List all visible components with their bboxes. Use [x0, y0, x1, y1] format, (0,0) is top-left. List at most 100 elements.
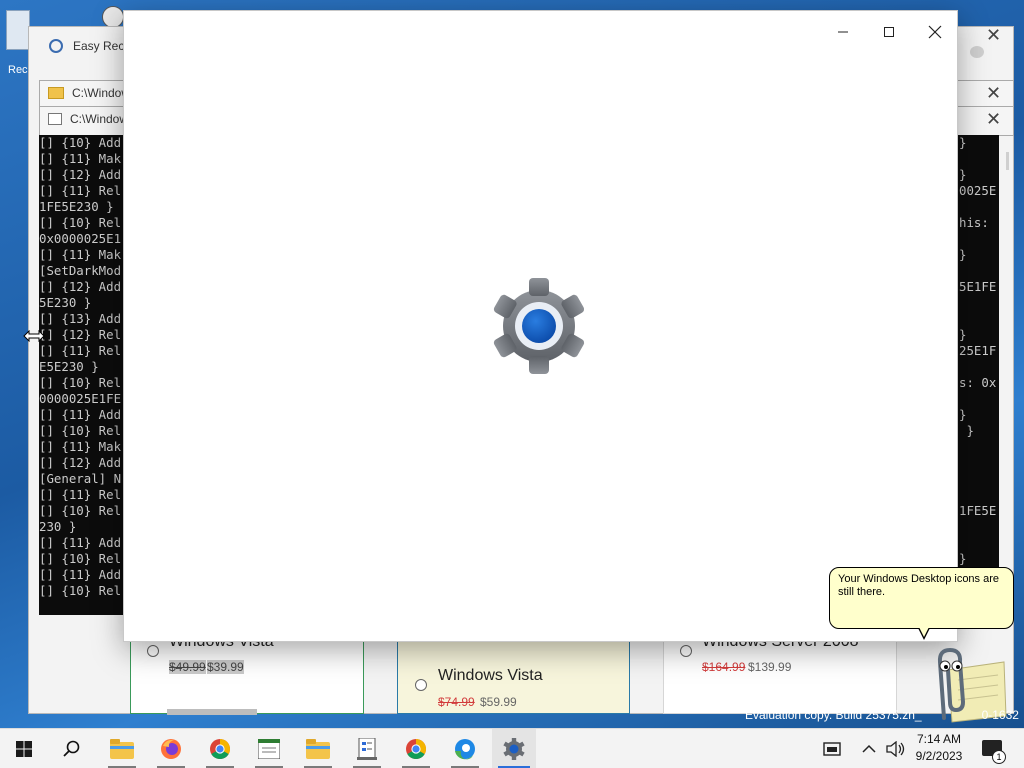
- product-new-price: $59.99: [480, 695, 517, 709]
- console-line: [] {10} Rel: [39, 503, 122, 518]
- close-button[interactable]: [912, 17, 958, 47]
- product-radio[interactable]: [680, 645, 692, 657]
- folder-icon: [110, 739, 134, 759]
- product-name: Windows Vista: [438, 667, 543, 684]
- taskview-icon: [823, 742, 841, 756]
- console-scrollbar[interactable]: [1006, 152, 1009, 170]
- console-line-fragment: 0025E: [959, 183, 997, 198]
- console-line-fragment: }: [959, 423, 974, 438]
- search-button[interactable]: [50, 729, 94, 768]
- product-new-price: $139.99: [748, 660, 792, 674]
- console-line-fragment: }: [959, 407, 967, 422]
- resize-cursor-icon: [23, 330, 45, 342]
- console-line: [] {10} Rel: [39, 375, 122, 390]
- console-line: [] {12} Rel: [39, 327, 122, 342]
- start-button[interactable]: [2, 729, 46, 768]
- product-old-price: $49.99: [169, 660, 206, 674]
- chrome-icon: [406, 739, 426, 759]
- console-line: [] {11} Mak: [39, 247, 122, 262]
- console-close-icon[interactable]: ✕: [986, 111, 1001, 129]
- watermark-text: Evaluation copy. Build 25375.zn_: [745, 708, 922, 722]
- window-control-icon: [970, 46, 984, 58]
- settings-icon: [503, 738, 525, 760]
- taskbar-file-explorer[interactable]: [100, 729, 144, 768]
- console-line: [] {13} Add: [39, 311, 122, 326]
- taskbar-notepad-app[interactable]: [247, 729, 291, 768]
- taskbar: 7:14 AM 9/2/2023: [0, 728, 1024, 768]
- clock-date[interactable]: 9/2/2023: [910, 749, 968, 763]
- taskbar-chrome[interactable]: [198, 729, 242, 768]
- desktop-icon-label: Rec: [8, 64, 28, 76]
- balloon-tail-fill: [919, 627, 929, 637]
- maximize-button[interactable]: [866, 17, 912, 47]
- console-line: [] {11} Rel: [39, 487, 122, 502]
- console-line-fragment: }: [959, 327, 967, 342]
- firefox-icon: [161, 739, 181, 759]
- recycle-bin-icon: [6, 10, 30, 50]
- console-line: [General] N: [39, 471, 122, 486]
- search-icon: [63, 740, 80, 757]
- console-line: [] {12} Add: [39, 279, 122, 294]
- console-icon: [48, 113, 62, 125]
- console-line-fragment: 25E1F: [959, 343, 997, 358]
- notepad-app-icon: [258, 739, 280, 759]
- console-line: [] {10} Add: [39, 135, 122, 150]
- console-line-fragment: }: [959, 167, 967, 182]
- console-line: [] {10} Rel: [39, 583, 122, 598]
- console-line: [] {11} Add: [39, 567, 122, 582]
- chevron-up-icon: [862, 744, 876, 753]
- folder-icon: [48, 87, 64, 99]
- windows-logo-icon: [16, 741, 32, 757]
- taskbar-chrome-2[interactable]: [394, 729, 438, 768]
- product-card[interactable]: Windows Vista $74.99 $59.99: [397, 630, 630, 714]
- console-line-fragment: }: [959, 247, 967, 262]
- taskbar-registry-app[interactable]: [345, 729, 389, 768]
- minimize-icon: [838, 31, 848, 33]
- product-old-price: $164.99: [702, 660, 746, 674]
- minimize-button[interactable]: [820, 17, 866, 47]
- product-radio[interactable]: [147, 645, 159, 657]
- console-line-fragment: 5E1FE: [959, 279, 997, 294]
- easy-recovery-close-icon[interactable]: ✕: [986, 27, 1001, 45]
- evaluation-watermark: Evaluation copy. Build 25375.zn_ 0-1632: [745, 708, 1019, 722]
- console-line: [] {10} Rel: [39, 215, 122, 230]
- tray-window-icon[interactable]: [812, 729, 852, 768]
- notification-count-badge: 1: [992, 750, 1006, 764]
- close-icon: [928, 25, 942, 39]
- tray-overflow-button[interactable]: [852, 729, 886, 768]
- selection-highlight: [167, 709, 257, 715]
- console-line: [SetDarkMod: [39, 263, 122, 278]
- console-line: [] {12} Add: [39, 167, 122, 182]
- volume-button[interactable]: [882, 729, 910, 768]
- explorer-close-icon[interactable]: ✕: [986, 85, 1001, 103]
- maximize-icon: [884, 27, 894, 37]
- console-line: 0000025E1FE: [39, 391, 122, 406]
- console-line: [] {11} Rel: [39, 343, 122, 358]
- console-line: [] {11} Rel: [39, 183, 122, 198]
- edge-icon: [455, 739, 475, 760]
- clock-time[interactable]: 7:14 AM: [910, 732, 968, 746]
- desktop-shortcut-icon[interactable]: [102, 6, 124, 28]
- taskbar-settings[interactable]: [492, 729, 536, 768]
- settings-gear-icon: [489, 276, 589, 376]
- easy-recovery-app-icon: [49, 39, 63, 53]
- console-line: [] {11} Add: [39, 535, 122, 550]
- registry-app-icon: [357, 738, 377, 760]
- product-old-price: $74.99: [438, 695, 475, 709]
- folder-icon: [306, 739, 330, 759]
- console-line-fragment: }: [959, 135, 967, 150]
- console-line: 5E230 }: [39, 295, 92, 310]
- chrome-icon: [210, 739, 230, 759]
- assistant-balloon[interactable]: Your Windows Desktop icons are still the…: [829, 567, 1014, 629]
- product-new-price: $39.99: [207, 660, 244, 674]
- product-radio[interactable]: [415, 679, 427, 691]
- assistant-message: Your Windows Desktop icons are still the…: [838, 573, 1000, 598]
- console-line: 0x0000025E1: [39, 231, 122, 246]
- console-title: C:\Window: [70, 112, 129, 126]
- console-line: [] {10} Rel: [39, 551, 122, 566]
- console-line: E5E230 }: [39, 359, 99, 374]
- taskbar-firefox[interactable]: [149, 729, 193, 768]
- taskbar-edge[interactable]: [443, 729, 487, 768]
- console-line: 1FE5E230 }: [39, 199, 114, 214]
- taskbar-file-explorer-2[interactable]: [296, 729, 340, 768]
